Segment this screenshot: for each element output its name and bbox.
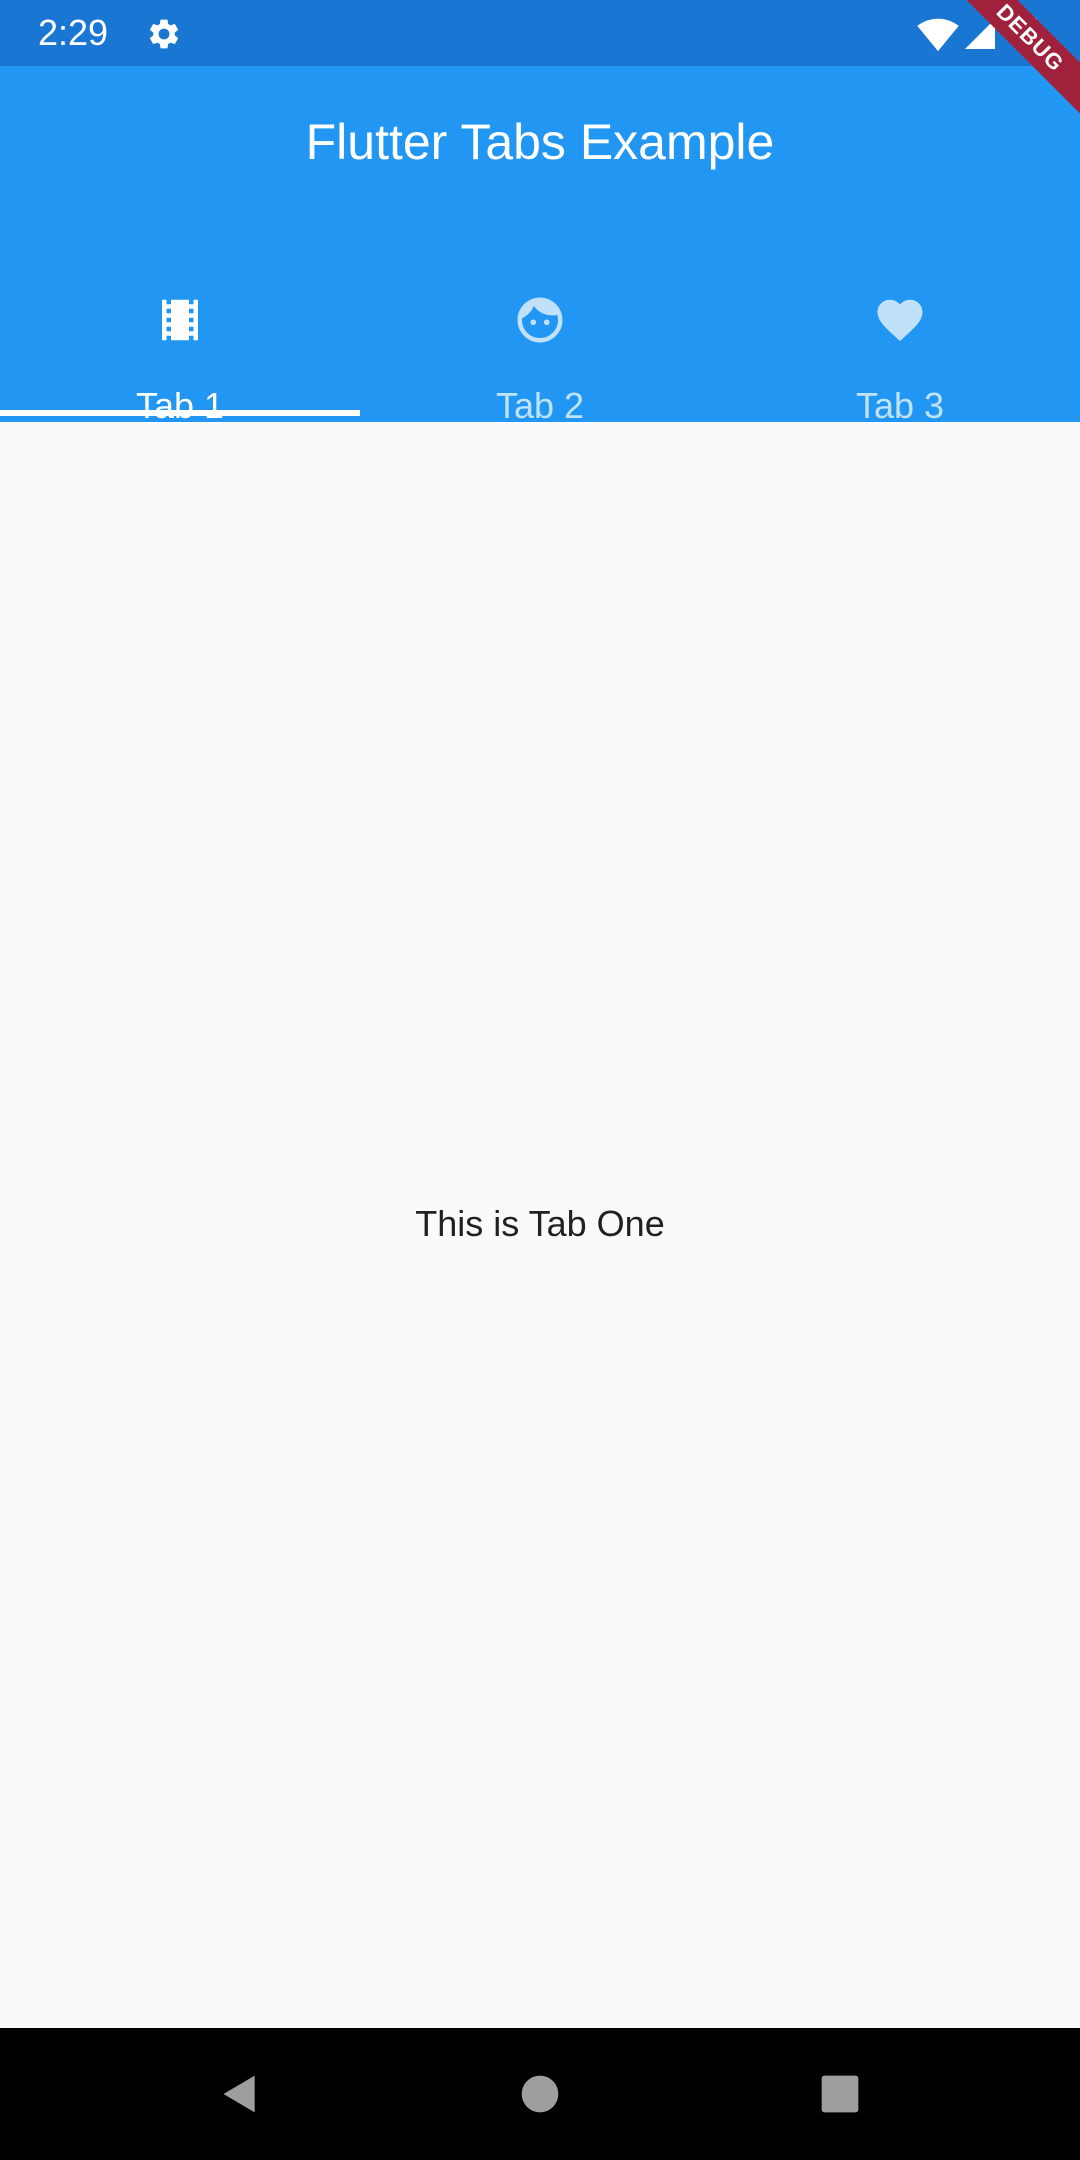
tab-2[interactable]: Tab 2: [360, 228, 720, 426]
navigation-bar: [0, 2028, 1080, 2160]
status-bar: 2:29: [0, 0, 1080, 66]
tab-1[interactable]: Tab 1: [0, 228, 360, 426]
back-icon[interactable]: [218, 2072, 262, 2116]
page-title: Flutter Tabs Example: [305, 114, 775, 170]
content-text: This is Tab One: [415, 1203, 665, 1244]
gear-icon: [149, 19, 179, 49]
status-time: 2:29: [38, 12, 109, 53]
wifi-icon: [917, 18, 959, 52]
heart-icon: [877, 299, 923, 342]
home-icon[interactable]: [518, 2072, 562, 2116]
tab-3[interactable]: Tab 3: [720, 228, 1080, 426]
recents-icon[interactable]: [818, 2072, 862, 2116]
tab-content: This is Tab One: [0, 422, 1080, 2028]
movie-icon: [162, 299, 198, 341]
app-bar: Flutter Tabs Example Tab 1 Tab 2 Tab 3: [0, 66, 1080, 426]
app-screen: 2:29 Flutter Tabs Example Tab 1 Tab 2 Ta…: [0, 0, 1080, 2160]
face-icon: [517, 297, 563, 343]
tab-bar: Tab 1 Tab 2 Tab 3: [0, 228, 1080, 426]
tab-indicator: [0, 410, 360, 416]
